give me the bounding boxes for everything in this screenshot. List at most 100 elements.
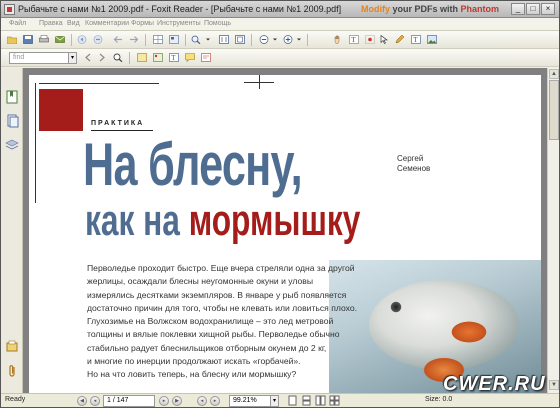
email-button[interactable] — [53, 33, 67, 46]
snapshot-icon — [365, 35, 375, 44]
comment-button[interactable] — [199, 51, 213, 64]
zoom-select-dropdown[interactable]: ▾ — [271, 395, 279, 407]
zoom-button[interactable] — [189, 33, 203, 46]
menu-edit[interactable]: Правка — [39, 20, 63, 27]
author-last-name: Семенов — [397, 164, 431, 173]
hand-icon — [334, 35, 340, 44]
back-button[interactable] — [111, 33, 125, 46]
status-prev-page-button[interactable]: ◂ — [90, 396, 100, 406]
zoom-out-dropdown[interactable] — [271, 33, 279, 46]
attach-image-button[interactable] — [151, 51, 165, 64]
find-input[interactable]: find — [9, 52, 69, 64]
facing-button[interactable] — [315, 395, 326, 406]
zoom-input[interactable]: 99.21% — [229, 395, 271, 407]
scroll-thumb[interactable] — [549, 80, 559, 140]
previous-page-button[interactable] — [91, 33, 105, 46]
separator — [251, 34, 252, 46]
zoom-in-dropdown[interactable] — [295, 33, 303, 46]
open-button[interactable] — [5, 33, 19, 46]
body-line: достаточно причин для того, чтобы не кле… — [87, 302, 358, 313]
forward-button[interactable] — [127, 33, 141, 46]
select-text-button[interactable]: T — [347, 33, 361, 46]
promo-banner[interactable]: Modify your PDFs with Phantom — [361, 4, 499, 14]
comment-icon — [201, 53, 211, 62]
save-button[interactable] — [21, 33, 35, 46]
menu-bar: Файл Правка Вид Комментарии Формы Инстру… — [1, 18, 559, 31]
actual-size-button[interactable] — [217, 33, 231, 46]
page-number-input[interactable]: 1 / 147 — [103, 395, 155, 407]
zoom-out-button[interactable] — [257, 33, 271, 46]
body-line: измерялись десятками экземпляров. В янва… — [87, 289, 347, 300]
snapshot-button[interactable] — [363, 33, 377, 46]
menu-help[interactable]: Помощь — [204, 20, 231, 27]
close-button[interactable]: × — [541, 3, 555, 15]
scroll-down-button[interactable]: ▼ — [549, 380, 559, 390]
typewriter-button[interactable]: T — [409, 33, 423, 46]
bookmarks-panel-button[interactable] — [5, 90, 19, 104]
menu-comments[interactable]: Комментарии — [85, 20, 129, 27]
arrow-right-icon — [130, 36, 139, 43]
clip-panel-button[interactable] — [5, 364, 19, 378]
body-line: толщины и вялые поклевки хищной рыбы. Пе… — [87, 329, 340, 340]
continuous-facing-button[interactable] — [329, 395, 340, 406]
find-previous-button[interactable] — [81, 51, 95, 64]
text-box-button[interactable]: T — [167, 51, 181, 64]
select-tool-button[interactable] — [377, 33, 391, 46]
note-button[interactable] — [183, 51, 197, 64]
grid-view-icon — [169, 35, 179, 44]
edit-button[interactable] — [393, 33, 407, 46]
select-text-icon: T — [349, 35, 359, 44]
image-button[interactable] — [425, 33, 439, 46]
find-previous-icon — [85, 53, 91, 62]
page-size-label: Size: 0.0 — [425, 396, 453, 403]
single-page-button[interactable] — [287, 395, 298, 406]
scroll-up-button[interactable]: ▲ — [549, 69, 559, 79]
menu-file[interactable]: Файл — [9, 20, 26, 27]
pdf-page: ПРАКТИКА Сергей Семенов На блесну, как н… — [29, 75, 541, 393]
vertical-scrollbar[interactable]: ▲ ▼ — [547, 68, 559, 393]
zoom-in-button[interactable] — [281, 33, 295, 46]
separator — [71, 34, 72, 46]
author-name: Сергей Семенов — [397, 154, 430, 174]
fit-page-icon — [235, 35, 245, 44]
menu-forms[interactable]: Формы — [131, 20, 154, 27]
document-viewport[interactable]: ПРАКТИКА Сергей Семенов На блесну, как н… — [23, 68, 547, 393]
status-forward-button[interactable]: ▸ — [210, 396, 220, 406]
layers-panel-button[interactable] — [5, 138, 19, 152]
menu-view[interactable]: Вид — [67, 20, 80, 27]
pages-panel-button[interactable] — [5, 114, 19, 128]
paperclip-icon — [9, 365, 15, 377]
cursor-icon — [380, 35, 388, 44]
status-last-page-button[interactable]: ▶ — [172, 396, 182, 406]
promo-brand: Phantom — [460, 4, 500, 14]
navigation-panel — [1, 68, 23, 393]
text-box-icon: T — [169, 53, 179, 62]
bookmark-button[interactable] — [135, 51, 149, 64]
grid-view-button[interactable] — [167, 33, 181, 46]
attachments-panel-button[interactable] — [5, 340, 19, 354]
status-back-button[interactable]: ◂ — [197, 396, 207, 406]
status-first-page-button[interactable]: ◀ — [77, 396, 87, 406]
separator — [145, 34, 146, 46]
first-page-button[interactable] — [75, 33, 89, 46]
hand-tool-button[interactable] — [331, 33, 345, 46]
status-next-page-button[interactable]: ▸ — [159, 396, 169, 406]
maximize-button[interactable]: □ — [526, 3, 540, 15]
pencil-icon — [395, 35, 405, 44]
search-button[interactable] — [111, 51, 125, 64]
find-next-button[interactable] — [95, 51, 109, 64]
menu-tools[interactable]: Инструменты — [157, 20, 201, 27]
bookmarks-icon — [6, 90, 18, 104]
split-view-button[interactable] — [151, 33, 165, 46]
minimize-button[interactable]: _ — [511, 3, 525, 15]
chevron-down-icon — [206, 38, 210, 41]
email-icon — [55, 36, 65, 43]
find-dropdown[interactable]: ▾ — [69, 52, 77, 64]
zoom-dropdown[interactable] — [204, 33, 212, 46]
svg-text:T: T — [171, 54, 176, 62]
print-button[interactable] — [37, 33, 51, 46]
main-toolbar: T T — [1, 31, 559, 49]
folder-open-icon — [7, 36, 17, 44]
fit-page-button[interactable] — [233, 33, 247, 46]
continuous-button[interactable] — [301, 395, 312, 406]
